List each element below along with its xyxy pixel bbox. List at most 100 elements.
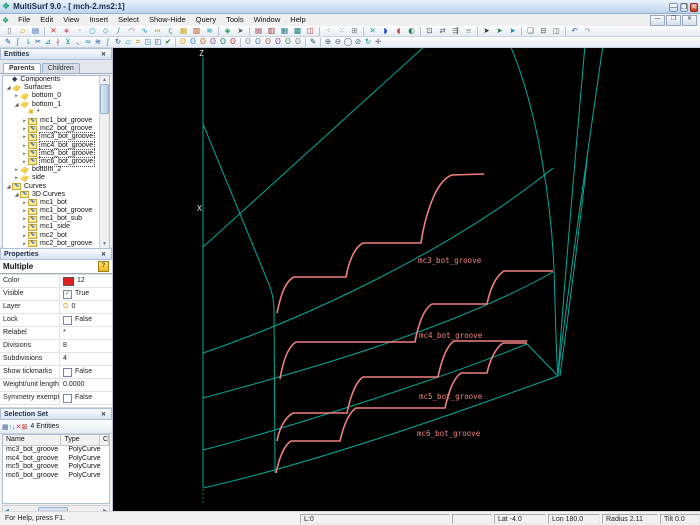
tree-expander-icon[interactable]: ▸ bbox=[21, 150, 28, 158]
tree-expander-icon[interactable]: ▸ bbox=[21, 133, 28, 141]
menu-item-select[interactable]: Select bbox=[113, 15, 144, 24]
menu-item-view[interactable]: View bbox=[58, 15, 84, 24]
toolbar-icon-toggle-points[interactable]: ⁙ bbox=[335, 26, 348, 36]
toolbar-icon-hide-parents[interactable]: ʘ bbox=[263, 37, 273, 47]
tree-expander-icon[interactable]: ▸ bbox=[13, 166, 20, 174]
toolbar-icon-check-model[interactable]: ✔ bbox=[163, 37, 173, 47]
mdi-close-button[interactable]: ✕ bbox=[682, 14, 697, 26]
menu-item-insert[interactable]: Insert bbox=[84, 15, 113, 24]
toolbar-icon-hide-none[interactable]: ʘ bbox=[293, 37, 303, 47]
properties-tag-icon[interactable]: ? bbox=[98, 261, 109, 272]
toolbar-icon-pen-tool[interactable]: ✎ bbox=[308, 37, 318, 47]
menu-item-file[interactable]: File bbox=[13, 15, 35, 24]
checkbox-icon[interactable] bbox=[63, 393, 72, 403]
scroll-down-icon[interactable]: ▼ bbox=[102, 240, 107, 248]
tree-expander-icon[interactable]: ▸ bbox=[21, 199, 28, 207]
tree-expander-icon[interactable]: ▸ bbox=[21, 240, 28, 248]
toolbar-icon-hide-all[interactable]: ʘ bbox=[243, 37, 253, 47]
properties-close-icon[interactable]: ✕ bbox=[99, 251, 108, 258]
toolbar-icon-insert-arc[interactable]: ◠ bbox=[125, 26, 138, 36]
tree-item-components[interactable]: ◆ Components bbox=[3, 76, 100, 84]
property-value[interactable]: ʘ0 bbox=[60, 301, 112, 313]
toolbar-icon-toggle-grid[interactable]: ⁘ bbox=[322, 26, 335, 36]
toolbar-icon-show-parents[interactable]: ʘ bbox=[208, 37, 218, 47]
property-value[interactable] bbox=[60, 405, 112, 407]
tree-item-mc1-bot-groove[interactable]: ▸ ∿ mc1_bot_groove bbox=[3, 207, 100, 215]
tree-expander-icon[interactable]: ▸ bbox=[21, 142, 28, 150]
toolbar-icon-view-top[interactable]: ▥ bbox=[265, 26, 278, 36]
mdi-minimize-button[interactable]: — bbox=[650, 14, 665, 26]
toolbar-icon-layers[interactable]: ≡ bbox=[462, 26, 475, 36]
tree-item-mc1-bot-groove[interactable]: ▸ ∿ mc1_bot_groove bbox=[3, 117, 100, 125]
toolbar-icon-select-arrow[interactable]: ➤ bbox=[480, 26, 493, 36]
selection-tool-clear-set[interactable]: ⊠ bbox=[22, 424, 28, 431]
checkbox-icon[interactable] bbox=[63, 367, 72, 377]
toolbar-icon-view-side[interactable]: ▦ bbox=[278, 26, 291, 36]
checkbox-icon[interactable]: ✓ bbox=[63, 289, 72, 299]
tree-item-bottom-1[interactable]: ◢ bottom_1 bbox=[3, 101, 100, 109]
toolbar-icon-patch-tool[interactable]: ◳ bbox=[143, 37, 153, 47]
tree-expander-icon[interactable]: ▸ bbox=[21, 158, 28, 166]
toolbar-icon-insert-entity[interactable]: ◈ bbox=[221, 26, 234, 36]
toolbar-icon-mirror-tool[interactable]: ◐ bbox=[405, 26, 418, 36]
toolbar-icon-insert-bcurve[interactable]: ∿ bbox=[138, 26, 151, 36]
toolbar-icon-loft-tool[interactable]: ≋ bbox=[93, 37, 103, 47]
color-swatch-icon[interactable] bbox=[63, 276, 74, 286]
toolbar-icon-hide-unselected[interactable]: ʘ bbox=[253, 37, 263, 47]
toolbar-icon-insert-contours[interactable]: ≋ bbox=[203, 26, 216, 36]
wireframe-canvas[interactable]: Z Xmc3_bot_groove mc4_bot_groove mc5_bot_gr… bbox=[113, 48, 700, 511]
toolbar-icon-select-add[interactable]: ➤ bbox=[493, 26, 506, 36]
column-header-name[interactable]: Name bbox=[3, 435, 62, 445]
toolbar-icon-insert-solid[interactable]: ▧ bbox=[190, 26, 203, 36]
close-button[interactable]: ✕ bbox=[690, 2, 698, 12]
toolbar-icon-view-iso[interactable]: ▩ bbox=[291, 26, 304, 36]
restore-button[interactable]: ❐ bbox=[679, 2, 689, 12]
toolbar-icon-insert-line[interactable]: ∕ bbox=[112, 26, 125, 36]
tree-expander-icon[interactable]: ▸ bbox=[21, 223, 28, 231]
scroll-up-icon[interactable]: ▲ bbox=[102, 76, 107, 84]
toolbar-icon-insert-ccurve[interactable]: ∾ bbox=[151, 26, 164, 36]
tree-expander-icon[interactable]: ▸ bbox=[21, 215, 28, 223]
tab-parents[interactable]: Parents bbox=[3, 63, 41, 73]
scrollbar-thumb[interactable] bbox=[100, 84, 109, 114]
toolbar-icon-measure[interactable]: ⇄ bbox=[436, 26, 449, 36]
toolbar-icon-save[interactable]: ▤ bbox=[29, 26, 42, 36]
toolbar-icon-insert-ring[interactable]: ○ bbox=[86, 26, 99, 36]
property-value[interactable]: False bbox=[60, 314, 112, 326]
tree-expander-icon[interactable]: ◢ bbox=[13, 191, 20, 199]
toolbar-icon-shell-tool[interactable]: ◰ bbox=[153, 37, 163, 47]
toolbar-icon-rotate-view[interactable]: ↻ bbox=[363, 37, 373, 47]
column-header-type[interactable]: Type bbox=[61, 435, 100, 445]
tree-item-mc1-bot[interactable]: ▸ ∿ mc1_bot bbox=[3, 199, 100, 207]
menu-item-show-hide[interactable]: Show-Hide bbox=[144, 15, 191, 24]
toolbar-icon-window-tile-vert[interactable]: ◫ bbox=[550, 26, 563, 36]
column-header-c[interactable]: C bbox=[100, 435, 109, 445]
toolbar-icon-delete[interactable]: ✕ bbox=[47, 26, 60, 36]
tree-expander-icon[interactable]: ◢ bbox=[5, 183, 12, 191]
tree-item-mc2-bot[interactable]: ▸ ∿ mc2_bot bbox=[3, 232, 100, 240]
tree-item-mc6-bot-groove[interactable]: ▸ ∿ mc6_bot_groove bbox=[3, 156, 100, 167]
toolbar-icon-show-layer[interactable]: ʘ bbox=[228, 37, 238, 47]
property-value[interactable]: 0.0000 bbox=[60, 379, 112, 391]
property-value[interactable]: 12 bbox=[60, 275, 112, 287]
menu-item-help[interactable]: Help bbox=[285, 15, 310, 24]
toolbar-icon-undo[interactable]: ↶ bbox=[568, 26, 581, 36]
toolbar-icon-trim-tool[interactable]: ⊿ bbox=[43, 37, 53, 47]
toolbar-icon-zoom-box[interactable]: ⊡ bbox=[423, 26, 436, 36]
toolbar-icon-join-tool[interactable]: ⊻ bbox=[63, 37, 73, 47]
toolbar-icon-insert-magnet[interactable]: ◇ bbox=[99, 26, 112, 36]
tree-expander-icon[interactable]: ▸ bbox=[21, 117, 28, 125]
toolbar-icon-zoom-in[interactable]: ⊕ bbox=[323, 37, 333, 47]
toolbar-icon-zoom-out[interactable]: ⊖ bbox=[333, 37, 343, 47]
tab-children[interactable]: Children bbox=[41, 63, 80, 73]
mdi-restore-button[interactable]: ❐ bbox=[666, 14, 681, 26]
property-value[interactable]: 4 bbox=[60, 353, 112, 365]
menu-item-window[interactable]: Window bbox=[249, 15, 286, 24]
toolbar-icon-pan-view[interactable]: ✛ bbox=[373, 37, 383, 47]
toolbar-icon-split-tool[interactable]: ∤ bbox=[53, 37, 63, 47]
menu-item-edit[interactable]: Edit bbox=[35, 15, 58, 24]
toolbar-icon-insert-surface[interactable]: ▦ bbox=[177, 26, 190, 36]
toolbar-icon-hide-layer[interactable]: ʘ bbox=[283, 37, 293, 47]
toolbar-icon-show-selected[interactable]: ʘ bbox=[188, 37, 198, 47]
selection-close-icon[interactable]: ✕ bbox=[99, 411, 108, 418]
